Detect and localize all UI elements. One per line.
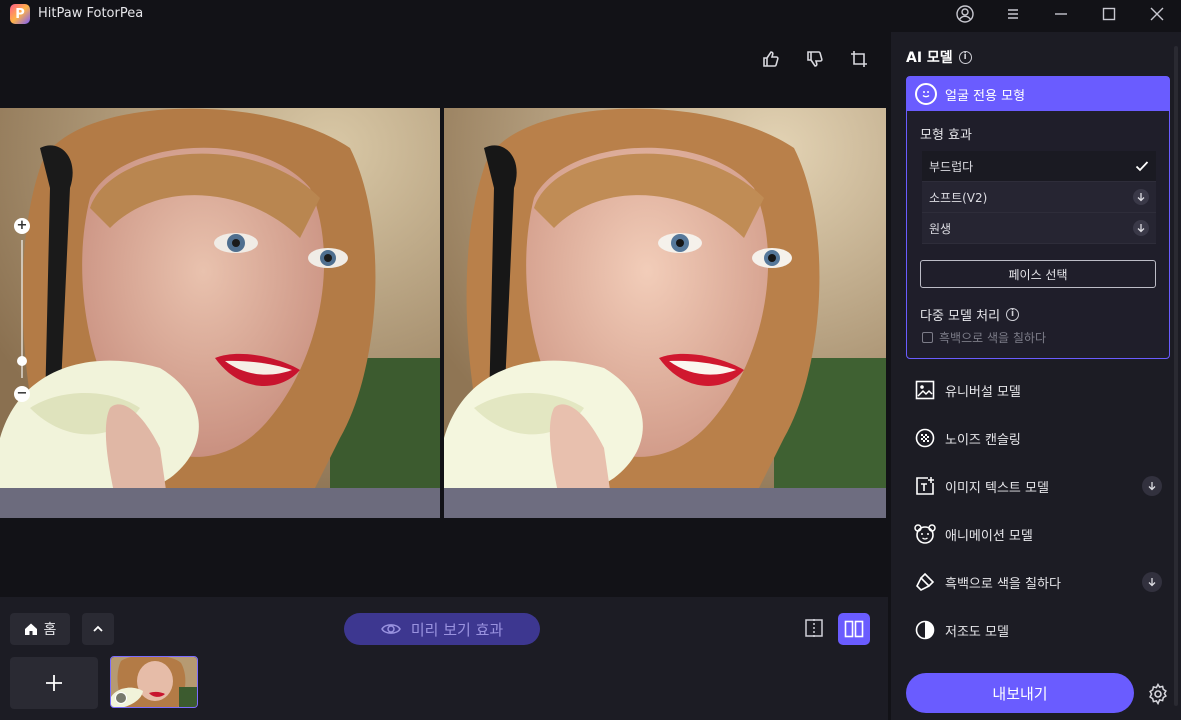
contrast-icon (914, 619, 936, 641)
side-by-side-icon (844, 620, 864, 638)
chevron-up-icon (93, 625, 103, 632)
model-label: 흑백으로 색을 칠하다 (945, 576, 1061, 592)
face-model-header[interactable]: 얼굴 전용 모형 (907, 77, 1169, 111)
effect-option-smooth[interactable]: 부드럽다 (922, 151, 1156, 182)
model-universal[interactable]: 유니버설 모델 (914, 374, 1164, 406)
image-icon (914, 379, 936, 401)
model-noise-reduction[interactable]: 노이즈 캔슬링 (914, 422, 1164, 454)
app-window: P HitPaw FotorPea + − 홈 미리 보기 효과 AI 모델 i… (0, 0, 1181, 720)
canvas-toolbar (760, 48, 870, 70)
effect-options: 부드럽다 소프트(V2) 원생 (922, 151, 1156, 244)
colorize-option[interactable]: 흑백으로 색을 칠하다 (922, 329, 1046, 346)
face-icon (915, 83, 937, 105)
collapse-button[interactable] (82, 613, 114, 645)
close-icon[interactable] (1144, 2, 1170, 26)
face-model-card: 얼굴 전용 모형 모형 효과 부드럽다 소프트(V2) 원생 페이스 선택 다중… (906, 76, 1170, 359)
bear-face-icon (914, 523, 936, 545)
minimize-icon[interactable] (1048, 2, 1074, 26)
zoom-out-button[interactable]: − (14, 386, 30, 402)
title-bar: P HitPaw FotorPea (0, 0, 1181, 28)
menu-icon[interactable] (1000, 2, 1026, 26)
thumbs-up-icon[interactable] (760, 48, 782, 70)
preview-effect-label: 미리 보기 효과 (410, 620, 504, 639)
settings-gear-icon[interactable] (1146, 682, 1170, 706)
colorize-checkbox-label: 흑백으로 색을 칠하다 (939, 331, 1046, 345)
check-icon (1135, 161, 1149, 172)
multi-model-label-row: 다중 모델 처리 i (920, 305, 1020, 324)
app-logo: P (10, 4, 30, 24)
model-label: 저조도 모델 (945, 624, 1009, 640)
effect-option-original[interactable]: 원생 (922, 213, 1156, 244)
preview-effect-button[interactable]: 미리 보기 효과 (344, 613, 540, 645)
face-model-label: 얼굴 전용 모형 (945, 88, 1026, 104)
option-label: 부드럽다 (929, 159, 974, 174)
ai-model-panel: AI 모델 i 얼굴 전용 모형 모형 효과 부드럽다 소프트(V2) 원생 페… (891, 32, 1181, 720)
effect-label: 모형 효과 (920, 128, 972, 143)
canvas-area: + − (0, 32, 888, 597)
zoom-slider[interactable]: + − (14, 218, 32, 402)
colorize-checkbox[interactable] (922, 332, 933, 343)
home-label: 홈 (43, 622, 57, 638)
model-label: 노이즈 캔슬링 (945, 432, 1021, 448)
download-icon[interactable] (1142, 572, 1162, 592)
face-select-button[interactable]: 페이스 선택 (920, 260, 1156, 288)
zoom-handle[interactable] (17, 356, 27, 367)
crop-icon[interactable] (848, 48, 870, 70)
model-animation[interactable]: 애니메이션 모델 (914, 518, 1164, 550)
zoom-in-button[interactable]: + (14, 218, 30, 234)
model-image-text[interactable]: 이미지 텍스트 모델 (914, 470, 1164, 502)
image-thumbnail[interactable] (110, 656, 198, 708)
thumbs-down-icon[interactable] (804, 48, 826, 70)
maximize-icon[interactable] (1096, 2, 1122, 26)
model-low-light[interactable]: 저조도 모델 (914, 614, 1164, 646)
model-label: 애니메이션 모델 (945, 528, 1033, 544)
bottom-bar: 홈 미리 보기 효과 (0, 597, 888, 720)
download-icon[interactable] (1133, 189, 1149, 205)
download-icon[interactable] (1133, 220, 1149, 236)
option-label: 소프트(V2) (929, 190, 988, 205)
effect-option-soft-v2[interactable]: 소프트(V2) (922, 182, 1156, 213)
noise-icon (914, 427, 936, 449)
eye-icon (380, 624, 401, 634)
app-title: HitPaw FotorPea (38, 6, 144, 21)
info-icon[interactable]: i (958, 50, 972, 64)
info-icon[interactable]: i (1006, 308, 1020, 321)
thumbnail-status-icon (115, 692, 127, 704)
model-label: 이미지 텍스트 모델 (945, 480, 1049, 496)
model-colorize[interactable]: 흑백으로 색을 칠하다 (914, 566, 1164, 598)
download-icon[interactable] (1142, 476, 1162, 496)
account-icon[interactable] (952, 2, 978, 26)
panel-title-text: AI 모델 (906, 50, 953, 66)
plus-icon (46, 675, 62, 691)
add-image-button[interactable] (10, 657, 98, 709)
split-compare-icon (805, 619, 823, 637)
original-image (0, 108, 440, 518)
option-label: 원생 (929, 221, 952, 236)
panel-scrollbar[interactable] (1174, 46, 1178, 706)
enhanced-image (444, 108, 886, 518)
side-by-side-view-button[interactable] (838, 613, 870, 645)
home-icon (24, 623, 37, 635)
text-image-icon (914, 475, 936, 497)
single-view-button[interactable] (800, 613, 828, 643)
brush-icon (914, 571, 936, 593)
panel-title: AI 모델 i (906, 47, 972, 67)
export-button[interactable]: 내보내기 (906, 673, 1134, 713)
home-button[interactable]: 홈 (10, 613, 70, 645)
multi-model-label: 다중 모델 처리 (920, 309, 1001, 324)
model-label: 유니버설 모델 (945, 384, 1021, 400)
